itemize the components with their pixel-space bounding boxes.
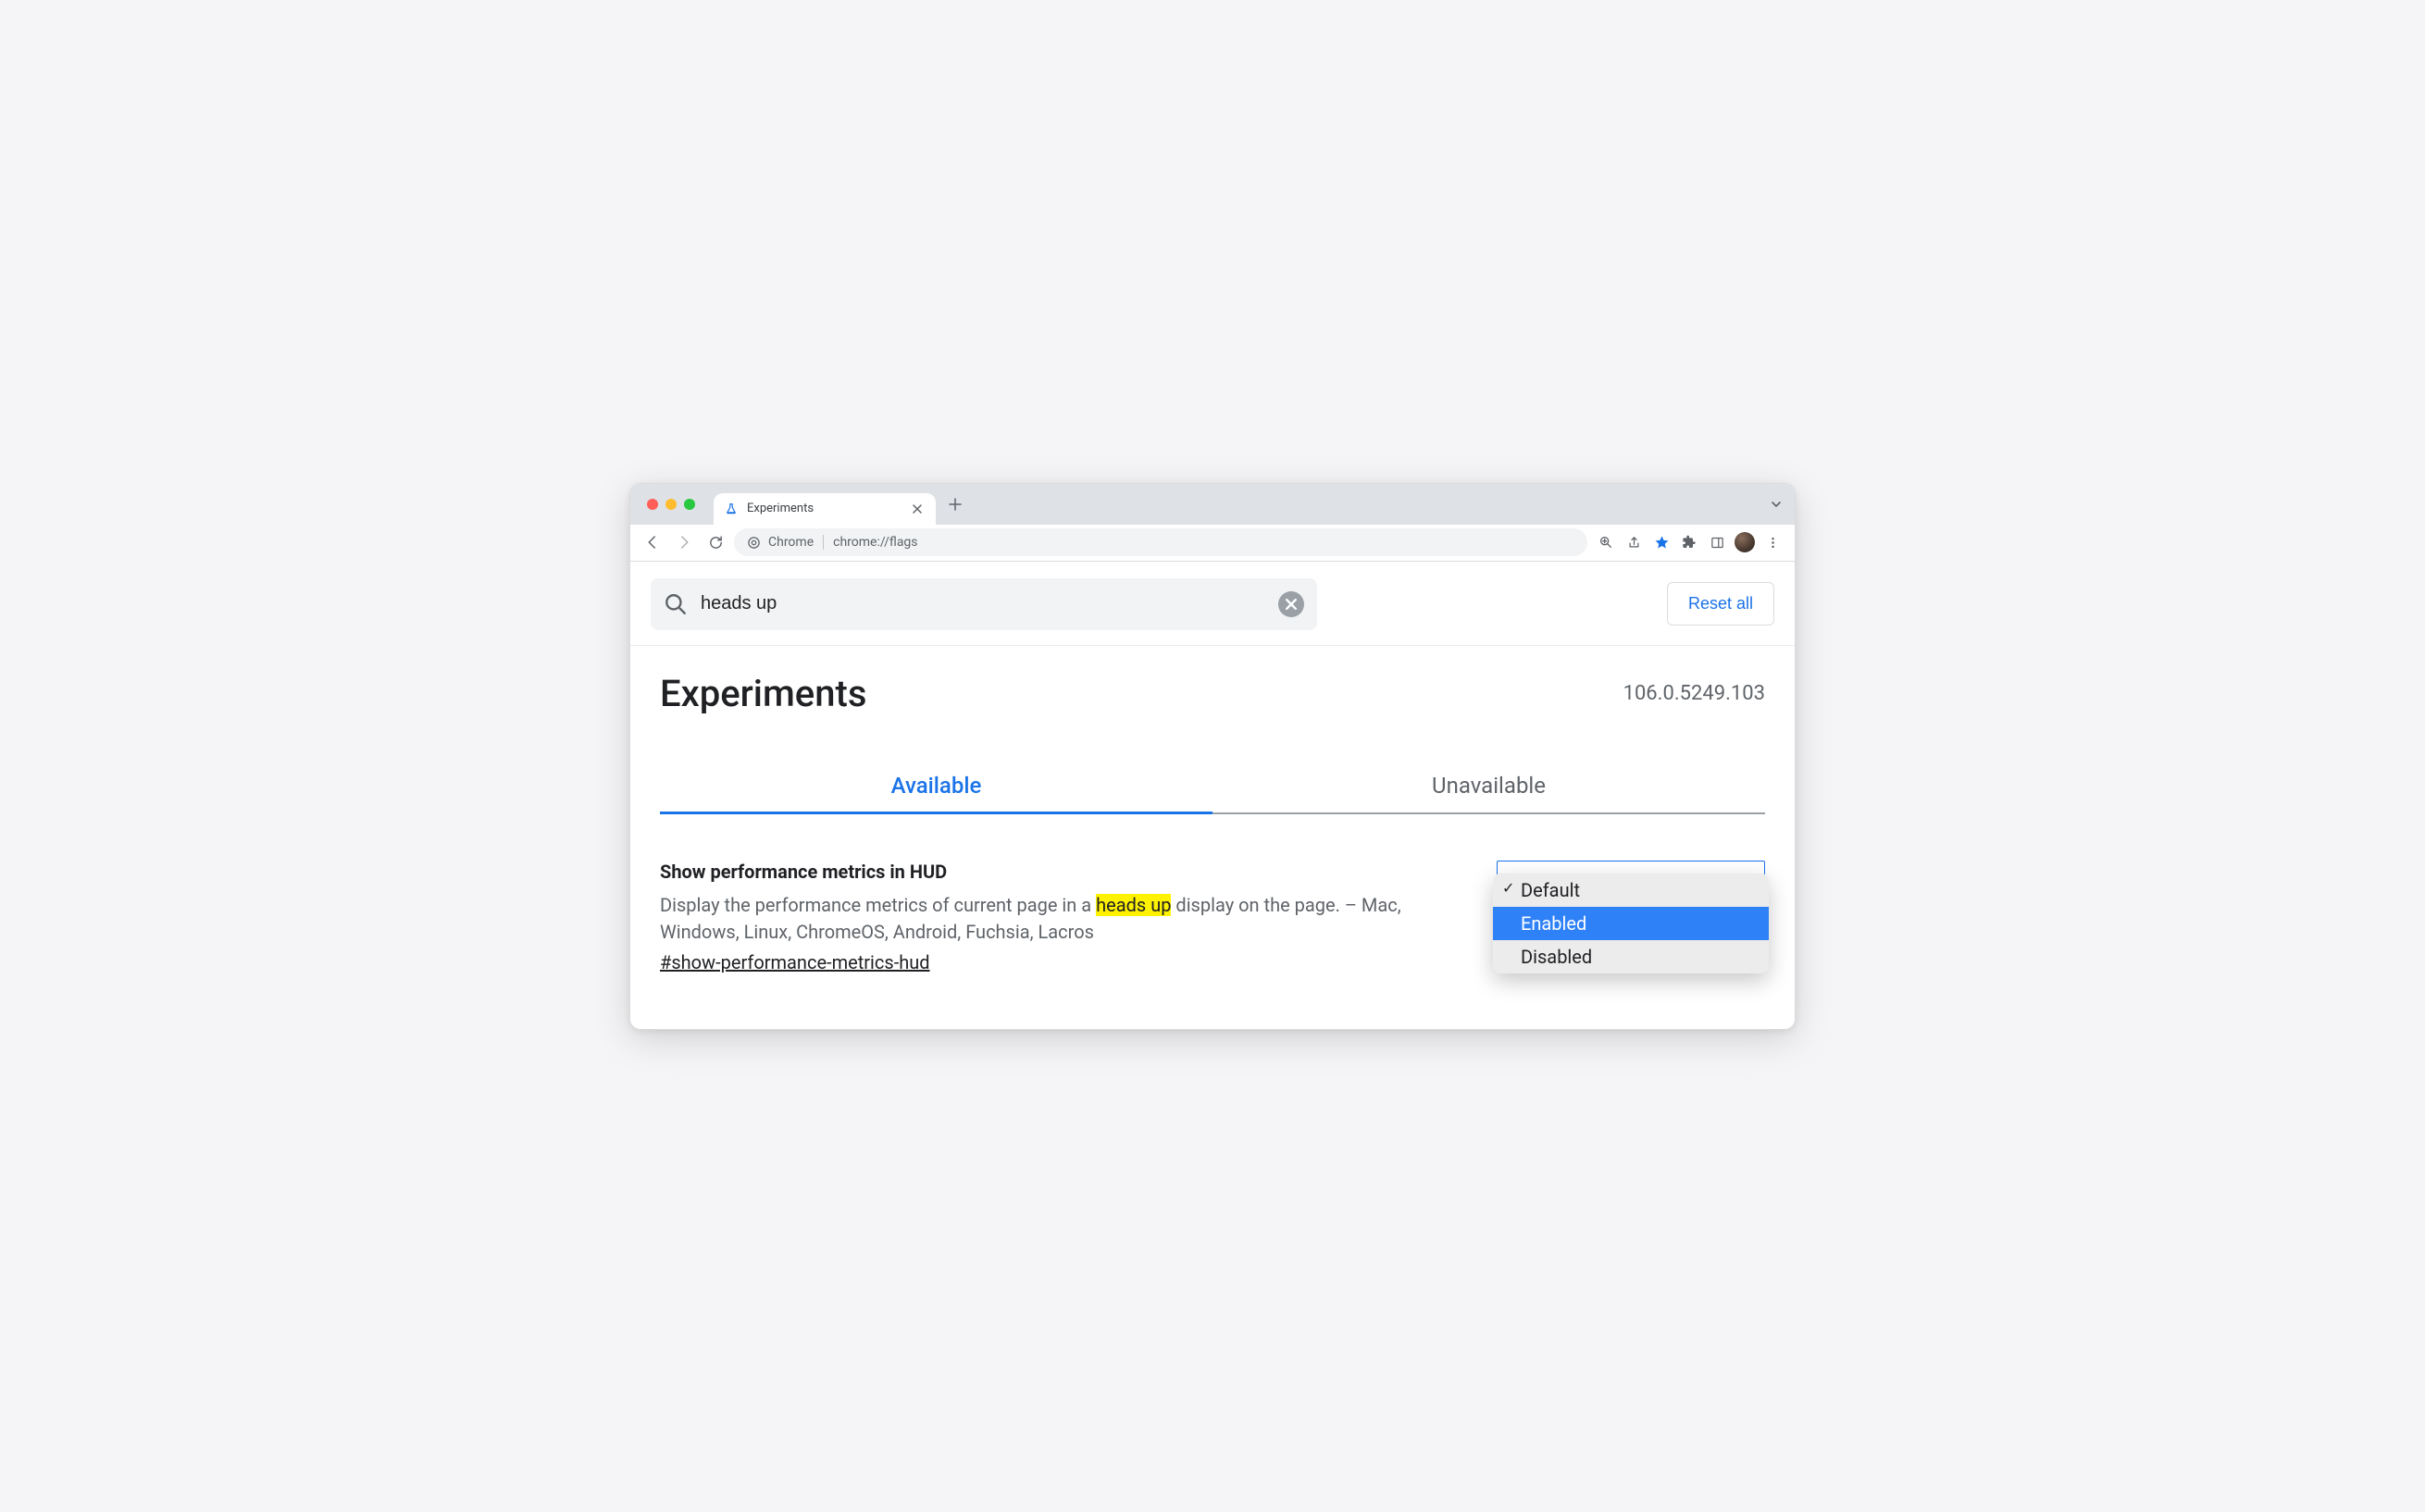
toolbar: Chrome chrome://flags bbox=[630, 525, 1795, 562]
extensions-icon[interactable] bbox=[1676, 529, 1702, 555]
browser-tab[interactable]: Experiments bbox=[714, 493, 936, 525]
tab-available[interactable]: Available bbox=[660, 760, 1212, 814]
site-chip[interactable]: Chrome bbox=[747, 535, 824, 550]
flag-title: Show performance metrics in HUD bbox=[660, 861, 1469, 883]
address-bar[interactable]: Chrome chrome://flags bbox=[734, 528, 1587, 556]
flag-desc-highlight: heads up bbox=[1096, 894, 1171, 916]
flag-text: Show performance metrics in HUD Display … bbox=[660, 861, 1469, 973]
search-icon bbox=[664, 592, 688, 616]
flag-hash-link[interactable]: #show-performance-metrics-hud bbox=[660, 951, 930, 973]
tab-strip: Experiments bbox=[630, 484, 1795, 525]
search-box[interactable] bbox=[651, 578, 1317, 630]
flag-desc-before: Display the performance metrics of curre… bbox=[660, 894, 1096, 916]
dropdown-option-enabled[interactable]: Enabled bbox=[1493, 907, 1769, 940]
window-maximize-button[interactable] bbox=[684, 499, 695, 510]
forward-button[interactable] bbox=[671, 529, 697, 555]
chrome-icon bbox=[747, 536, 761, 550]
clear-search-icon[interactable] bbox=[1278, 591, 1304, 617]
back-button[interactable] bbox=[640, 529, 665, 555]
avatar-image bbox=[1735, 532, 1755, 552]
flask-icon bbox=[725, 502, 738, 515]
site-chip-label: Chrome bbox=[768, 535, 814, 550]
close-tab-icon[interactable] bbox=[910, 502, 925, 516]
page-header: Experiments 106.0.5249.103 bbox=[660, 672, 1765, 715]
window-close-button[interactable] bbox=[647, 499, 658, 510]
side-panel-icon[interactable] bbox=[1704, 529, 1730, 555]
version-text: 106.0.5249.103 bbox=[1623, 682, 1765, 705]
tab-title: Experiments bbox=[747, 502, 901, 515]
search-input[interactable] bbox=[701, 593, 1265, 614]
url-text: chrome://flags bbox=[833, 535, 917, 550]
dropdown-option-disabled[interactable]: Disabled bbox=[1493, 940, 1769, 973]
new-tab-button[interactable] bbox=[941, 490, 969, 518]
window-minimize-button[interactable] bbox=[665, 499, 677, 510]
flag-row: Show performance metrics in HUD Display … bbox=[660, 861, 1765, 973]
page-content: Reset all Experiments 106.0.5249.103 Ava… bbox=[630, 562, 1795, 1029]
reload-button[interactable] bbox=[703, 529, 728, 555]
search-row: Reset all bbox=[630, 562, 1795, 646]
flag-control: Default Enabled Disabled bbox=[1497, 861, 1765, 973]
share-icon[interactable] bbox=[1621, 529, 1647, 555]
page-title: Experiments bbox=[660, 672, 866, 715]
zoom-icon[interactable] bbox=[1593, 529, 1619, 555]
tabs-row: Available Unavailable bbox=[660, 760, 1765, 814]
reset-all-button[interactable]: Reset all bbox=[1667, 582, 1774, 626]
tab-unavailable[interactable]: Unavailable bbox=[1212, 760, 1765, 814]
dropdown-option-default[interactable]: Default bbox=[1493, 874, 1769, 907]
window-controls bbox=[641, 499, 704, 510]
bookmark-star-icon[interactable] bbox=[1648, 529, 1674, 555]
profile-avatar[interactable] bbox=[1732, 529, 1758, 555]
tab-list-chevron-icon[interactable] bbox=[1758, 498, 1795, 511]
menu-icon[interactable] bbox=[1760, 529, 1785, 555]
browser-window: Experiments Chrome chrome://fl bbox=[629, 483, 1796, 1030]
flag-description: Display the performance metrics of curre… bbox=[660, 892, 1469, 946]
flag-dropdown: Default Enabled Disabled bbox=[1493, 874, 1769, 973]
